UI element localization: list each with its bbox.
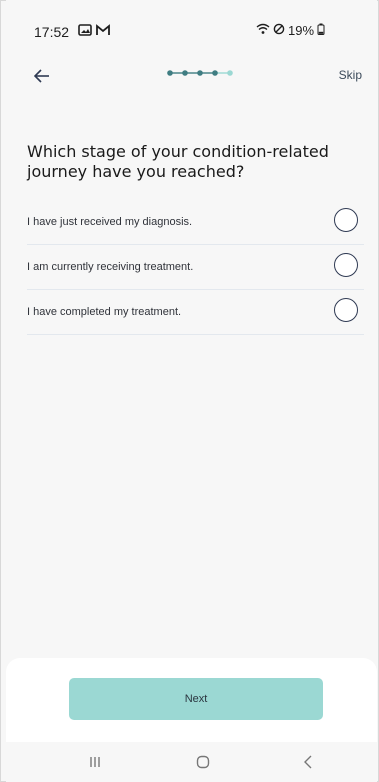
system-nav-bar <box>6 742 377 782</box>
do-not-disturb-icon <box>273 23 285 38</box>
question-title: Which stage of your condition-related jo… <box>27 142 329 181</box>
battery-percent: 19% <box>288 23 315 38</box>
option-label: I have completed my treatment. <box>27 306 182 318</box>
radio-button[interactable] <box>334 208 358 232</box>
option-diagnosis[interactable]: I have just received my diagnosis. <box>27 200 364 245</box>
progress-step-dot <box>227 70 233 76</box>
main-content: Which stage of your condition-related jo… <box>6 100 370 660</box>
skip-link[interactable]: Skip <box>339 68 362 82</box>
option-treatment[interactable]: I am currently receiving treatment. <box>27 245 364 290</box>
gallery-icon <box>78 23 92 41</box>
home-icon[interactable] <box>191 752 215 772</box>
recents-icon[interactable] <box>83 752 107 772</box>
radio-button[interactable] <box>334 298 358 322</box>
option-completed[interactable]: I have completed my treatment. <box>27 290 364 335</box>
status-bar: 17:52 19% <box>6 0 370 52</box>
back-button[interactable] <box>30 64 54 88</box>
wifi-icon <box>256 23 270 38</box>
top-app-bar: Skip <box>6 52 370 100</box>
status-right-icons: 19% <box>256 23 325 38</box>
progress-step-dot <box>167 70 173 76</box>
bottom-action-area: Next <box>6 658 377 742</box>
battery-icon <box>317 23 325 38</box>
radio-button[interactable] <box>334 253 358 277</box>
arrow-left-icon <box>34 69 49 83</box>
answer-options: I have just received my diagnosis. I am … <box>27 200 364 335</box>
back-icon[interactable] <box>296 752 320 772</box>
progress-step-dot <box>197 70 203 76</box>
option-label: I am currently receiving treatment. <box>27 261 194 273</box>
next-button[interactable]: Next <box>69 678 323 720</box>
status-time: 17:52 <box>34 24 70 40</box>
status-left-icons <box>78 23 110 41</box>
progress-step-dot <box>212 70 218 76</box>
option-label: I have just received my diagnosis. <box>27 216 193 228</box>
step-progress <box>166 69 236 77</box>
gmail-icon <box>96 23 110 41</box>
progress-step-dot <box>182 70 188 76</box>
